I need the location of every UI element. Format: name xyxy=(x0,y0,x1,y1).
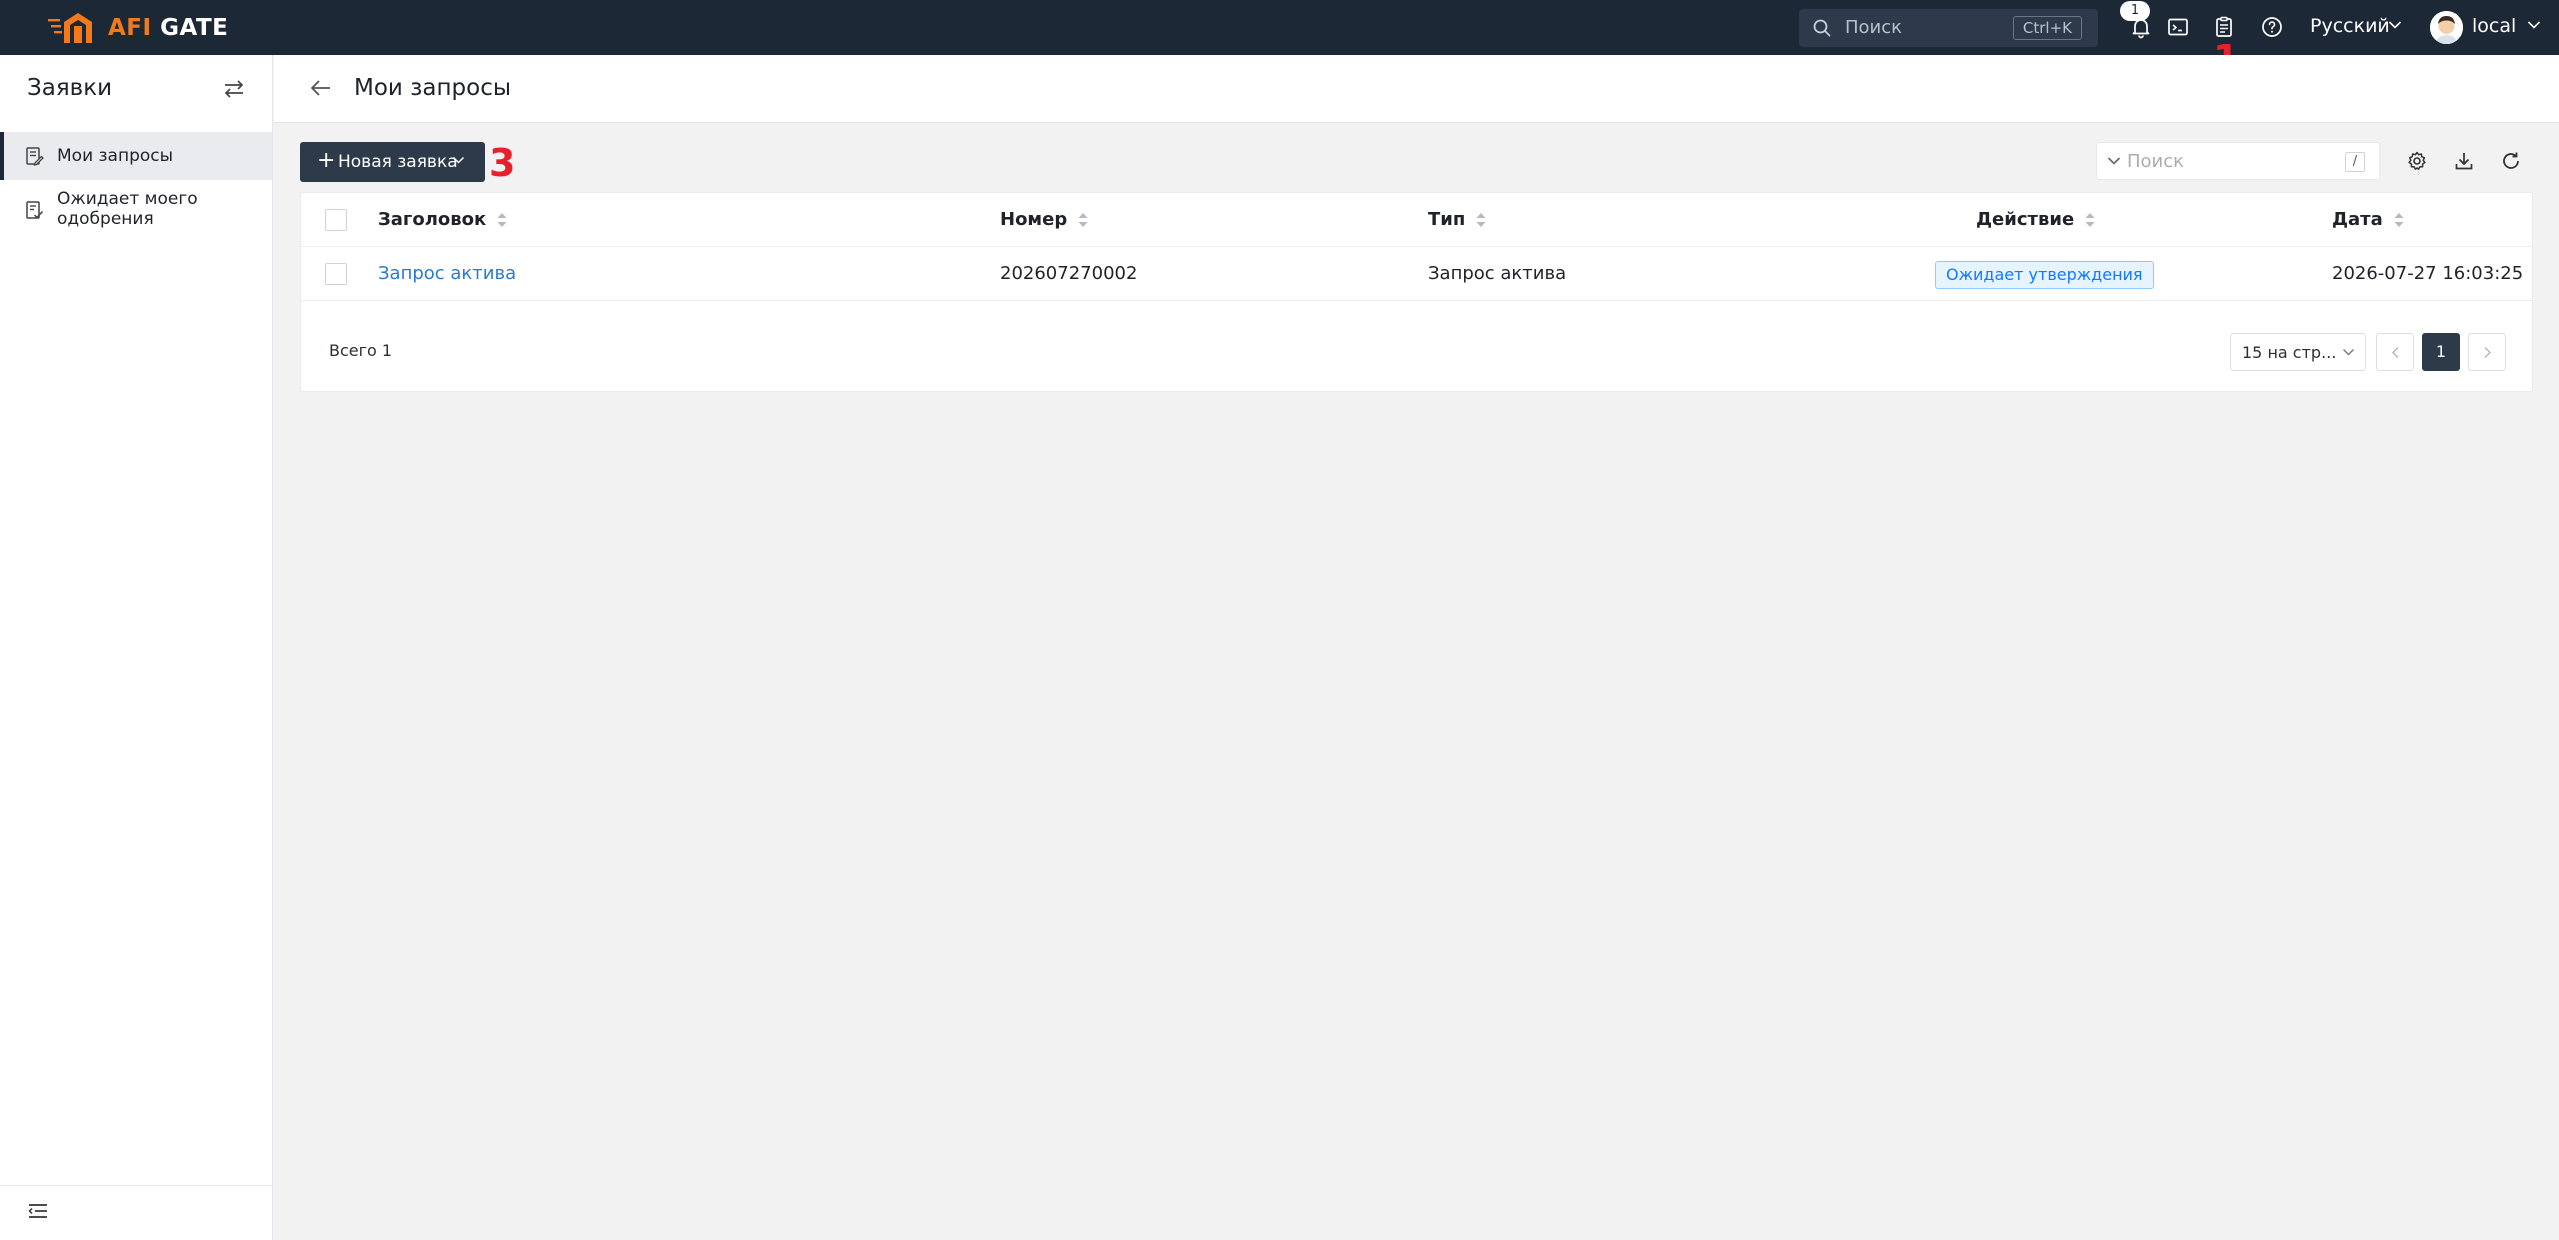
new-request-button[interactable]: + Новая заявка xyxy=(300,142,485,182)
back-arrow-icon[interactable] xyxy=(310,79,332,97)
plus-icon: + xyxy=(317,148,336,173)
terminal-icon[interactable] xyxy=(2166,15,2190,39)
sidebar-item-my-requests[interactable]: Мои запросы xyxy=(0,132,272,180)
global-search-placeholder: Поиск xyxy=(1845,17,1903,38)
refresh-icon[interactable] xyxy=(2500,150,2522,172)
column-header-title[interactable]: Заголовок xyxy=(378,209,508,230)
sidebar-item-pending-approval[interactable]: Ожидает моего одобрения xyxy=(0,180,272,240)
chevron-down-icon[interactable] xyxy=(2388,20,2402,30)
chevron-left-icon xyxy=(2391,346,2399,359)
avatar-face-icon xyxy=(2430,11,2463,44)
column-header-date[interactable]: Дата xyxy=(2332,209,2405,230)
active-indicator xyxy=(0,132,4,180)
row-type: Запрос актива xyxy=(1428,263,1567,284)
sidebar-item-label-line1: Ожидает моего xyxy=(57,189,198,209)
download-icon[interactable] xyxy=(2453,150,2475,172)
page-header: Мои запросы xyxy=(274,55,2559,123)
column-header-label: Тип xyxy=(1428,209,1466,230)
row-date: 2026-07-27 16:03:25 xyxy=(2332,263,2524,284)
sidebar-item-label: Мои запросы xyxy=(57,146,174,166)
document-edit-icon xyxy=(26,147,44,166)
user-name[interactable]: local xyxy=(2472,15,2516,37)
requests-table-card: Заголовок Номер Тип Действие Дата Запрос… xyxy=(300,192,2533,392)
help-icon[interactable] xyxy=(2260,15,2284,39)
clipboard-icon[interactable] xyxy=(2212,15,2236,39)
row-title-link[interactable]: Запрос актива xyxy=(378,263,516,284)
sort-icon[interactable] xyxy=(2084,211,2096,229)
logo-afi: AFI xyxy=(108,15,152,41)
row-checkbox[interactable] xyxy=(325,263,347,285)
chevron-down-icon xyxy=(452,156,465,164)
logo-gate: GATE xyxy=(160,15,229,41)
sidebar: Заявки Мои запросы Ожидает моего одобрен… xyxy=(0,55,273,1240)
sort-icon[interactable] xyxy=(2393,211,2405,229)
checklist-icon xyxy=(26,201,44,219)
user-avatar[interactable] xyxy=(2430,11,2463,44)
page-button-current[interactable]: 1 xyxy=(2422,333,2460,371)
collapse-menu-icon[interactable] xyxy=(27,1201,49,1221)
logo-gate-icon xyxy=(48,13,92,43)
chevron-down-icon[interactable] xyxy=(2527,20,2541,30)
column-header-type[interactable]: Тип xyxy=(1428,209,1487,230)
switch-arrows-icon[interactable] xyxy=(222,79,246,99)
sort-icon[interactable] xyxy=(496,211,508,229)
column-header-label: Номер xyxy=(1000,209,1068,230)
column-header-label: Заголовок xyxy=(378,209,487,230)
chevron-right-icon xyxy=(2484,346,2492,359)
language-selector[interactable]: Русский xyxy=(2310,15,2390,37)
table-header-row: Заголовок Номер Тип Действие Дата xyxy=(301,193,2532,247)
sidebar-title: Заявки xyxy=(27,75,113,101)
page-title: Мои запросы xyxy=(354,75,512,101)
search-shortcut-badge: / xyxy=(2345,152,2365,172)
logo-text: AFI GATE xyxy=(108,15,228,41)
sort-icon[interactable] xyxy=(1475,211,1487,229)
page-size-select[interactable]: 15 на стр... xyxy=(2230,333,2366,371)
notification-badge: 1 xyxy=(2120,1,2150,21)
chevron-down-icon xyxy=(2343,349,2354,356)
table-search-input[interactable]: Поиск / xyxy=(2096,142,2380,180)
sidebar-divider xyxy=(0,1185,272,1186)
prev-page-button[interactable] xyxy=(2376,333,2414,371)
select-all-checkbox[interactable] xyxy=(325,209,347,231)
table-row[interactable]: Запрос актива 202607270002 Запрос актива… xyxy=(301,248,2532,301)
status-badge: Ожидает утверждения xyxy=(1935,261,2154,289)
new-request-label: Новая заявка xyxy=(338,152,458,172)
app-logo[interactable]: AFI GATE xyxy=(48,10,228,46)
column-header-label: Дата xyxy=(2332,209,2383,230)
next-page-button[interactable] xyxy=(2468,333,2506,371)
row-number: 202607270002 xyxy=(1000,263,1138,284)
column-header-number[interactable]: Номер xyxy=(1000,209,1089,230)
search-shortcut-badge: Ctrl+K xyxy=(2012,16,2082,40)
search-icon xyxy=(1813,19,1831,37)
table-search-placeholder: Поиск xyxy=(2127,151,2185,172)
chevron-down-icon[interactable] xyxy=(2107,156,2121,166)
top-navigation-bar: AFI GATE Поиск Ctrl+K 1 Русский local xyxy=(0,0,2559,55)
annotation-marker-3: 3 xyxy=(489,141,516,185)
sidebar-item-label-line2: одобрения xyxy=(57,209,154,229)
page-size-value: 15 на стр... xyxy=(2242,343,2337,362)
sort-icon[interactable] xyxy=(1077,211,1089,229)
settings-icon[interactable] xyxy=(2406,150,2428,172)
total-count: Всего 1 xyxy=(329,341,393,360)
column-header-label: Действие xyxy=(1976,209,2075,230)
global-search-input[interactable]: Поиск Ctrl+K xyxy=(1799,9,2098,47)
column-header-action[interactable]: Действие xyxy=(1976,209,2096,230)
